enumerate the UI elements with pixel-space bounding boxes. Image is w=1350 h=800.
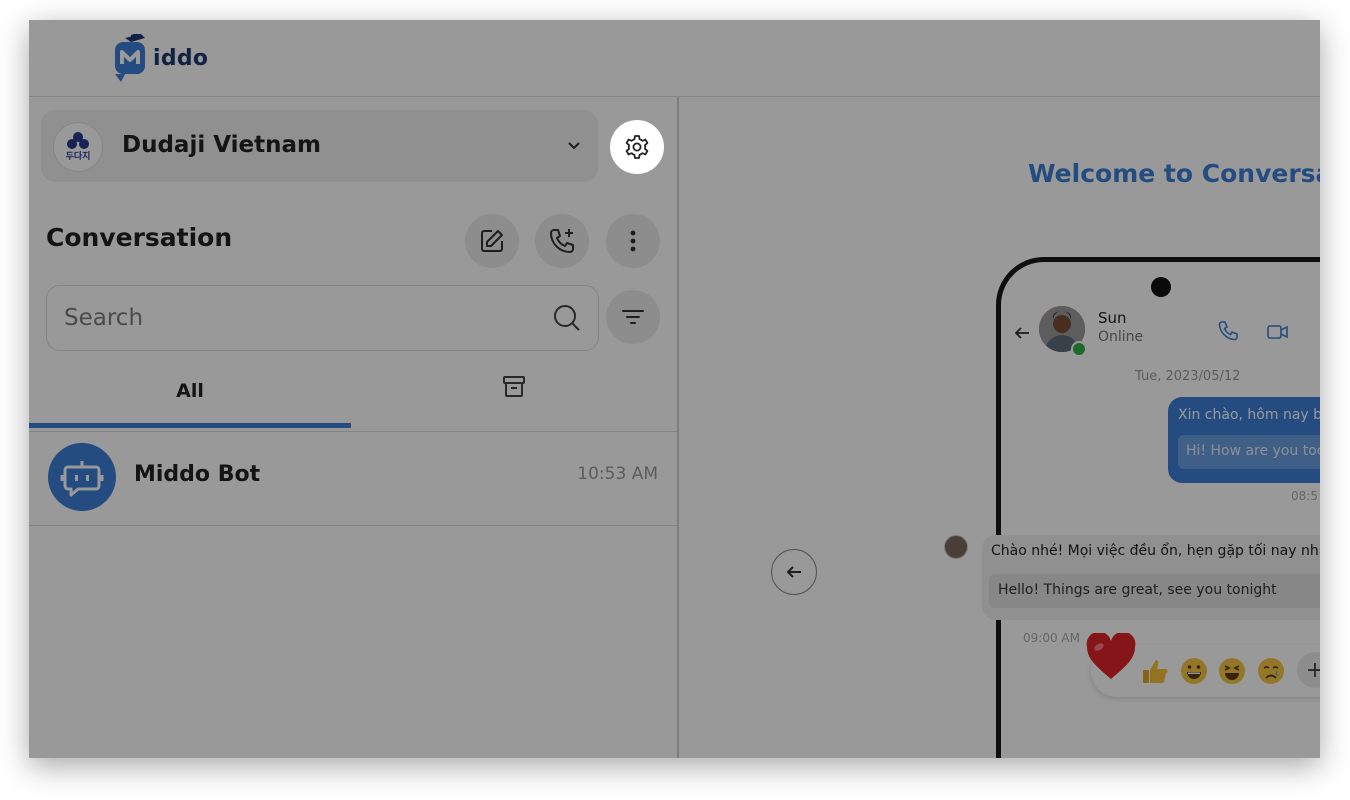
conversation-tabs: All xyxy=(29,368,677,432)
settings-button[interactable] xyxy=(610,120,664,174)
arrow-left-icon xyxy=(786,566,801,578)
outgoing-message: Xin chào, hôm nay b Hi! How are you toc xyxy=(1168,397,1320,483)
new-call-button[interactable] xyxy=(535,214,589,268)
new-conversation-button[interactable] xyxy=(465,214,519,268)
workspace-name: Dudaji Vietnam xyxy=(122,132,321,158)
tab-all[interactable]: All xyxy=(29,368,351,428)
tab-archived[interactable] xyxy=(351,368,677,428)
welcome-title: Welcome to Conversatio xyxy=(1028,159,1320,188)
grinning-face-icon xyxy=(1181,658,1207,684)
thumbs-up-icon xyxy=(1143,660,1168,684)
video-call-icon xyxy=(1267,324,1289,345)
workspace-switcher[interactable]: 두다지 Dudaji Vietnam xyxy=(41,110,598,182)
outgoing-translation: Hi! How are you toc xyxy=(1186,443,1320,459)
reaction-bar: + xyxy=(1086,633,1320,697)
chevron-down-icon xyxy=(566,137,582,158)
search-input[interactable] xyxy=(64,286,534,350)
add-reaction-button: + xyxy=(1297,652,1320,688)
middo-logo-icon xyxy=(115,34,145,82)
search-box xyxy=(46,285,599,351)
more-vertical-icon xyxy=(630,230,636,252)
laughing-face-icon xyxy=(1219,658,1245,684)
chat-date: Tue, 2023/05/12 xyxy=(1135,369,1241,384)
incoming-translation-box: Hello! Things are great, see you tonight xyxy=(989,574,1320,608)
outgoing-translation-box: Hi! How are you toc xyxy=(1178,435,1320,469)
online-indicator xyxy=(1071,341,1087,357)
incoming-message: Chào nhé! Mọi việc đều ổn, hẹn gặp tối n… xyxy=(982,535,1320,620)
more-options-button[interactable] xyxy=(606,214,660,268)
search-icon[interactable] xyxy=(552,303,582,338)
phone-back-icon xyxy=(1013,324,1031,347)
contact-status: Online xyxy=(1098,329,1144,345)
conversation-time: 10:53 AM xyxy=(577,464,658,484)
outgoing-time: 08:5 xyxy=(1291,489,1318,503)
heart-icon xyxy=(1086,633,1136,679)
conversation-name: Middo Bot xyxy=(134,462,261,487)
crying-face-icon xyxy=(1258,658,1284,684)
welcome-panel: Welcome to Conversatio Sun Online Tue, 2… xyxy=(679,97,1320,758)
top-bar: iddo xyxy=(29,20,1320,97)
app-window: iddo 두다지 Dudaji Vietnam Conversation Sea… xyxy=(29,20,1320,758)
bot-icon xyxy=(60,461,104,497)
incoming-time: 09:00 AM xyxy=(1023,631,1080,645)
filter-button[interactable] xyxy=(606,290,660,344)
incoming-translation: Hello! Things are great, see you tonight xyxy=(998,582,1277,598)
phone-camera xyxy=(1151,277,1171,297)
archive-icon xyxy=(503,376,525,397)
conversation-title: Conversation xyxy=(46,223,233,252)
edit-icon xyxy=(481,230,503,252)
gear-icon xyxy=(625,135,649,159)
bot-avatar xyxy=(48,443,116,511)
conversation-item[interactable]: Middo Bot 10:53 AM xyxy=(29,431,677,526)
middo-logo[interactable]: iddo xyxy=(111,34,208,82)
carousel-back-button[interactable] xyxy=(771,549,817,595)
filter-icon xyxy=(622,310,644,324)
incoming-avatar xyxy=(944,535,968,559)
phone-plus-icon xyxy=(550,229,574,253)
conversation-sidebar: 두다지 Dudaji Vietnam Conversation Search A… xyxy=(29,97,679,758)
outgoing-text: Xin chào, hôm nay b xyxy=(1178,407,1320,423)
contact-name: Sun xyxy=(1098,309,1127,327)
tab-all-label: All xyxy=(176,380,204,402)
active-tab-indicator xyxy=(29,423,351,428)
phone-call-icon xyxy=(1217,320,1239,347)
workspace-avatar-text: 두다지 xyxy=(66,150,91,162)
incoming-text: Chào nhé! Mọi việc đều ổn, hẹn gặp tối n… xyxy=(991,543,1319,559)
workspace-avatar: 두다지 xyxy=(53,122,103,172)
logo-text: iddo xyxy=(153,45,209,71)
